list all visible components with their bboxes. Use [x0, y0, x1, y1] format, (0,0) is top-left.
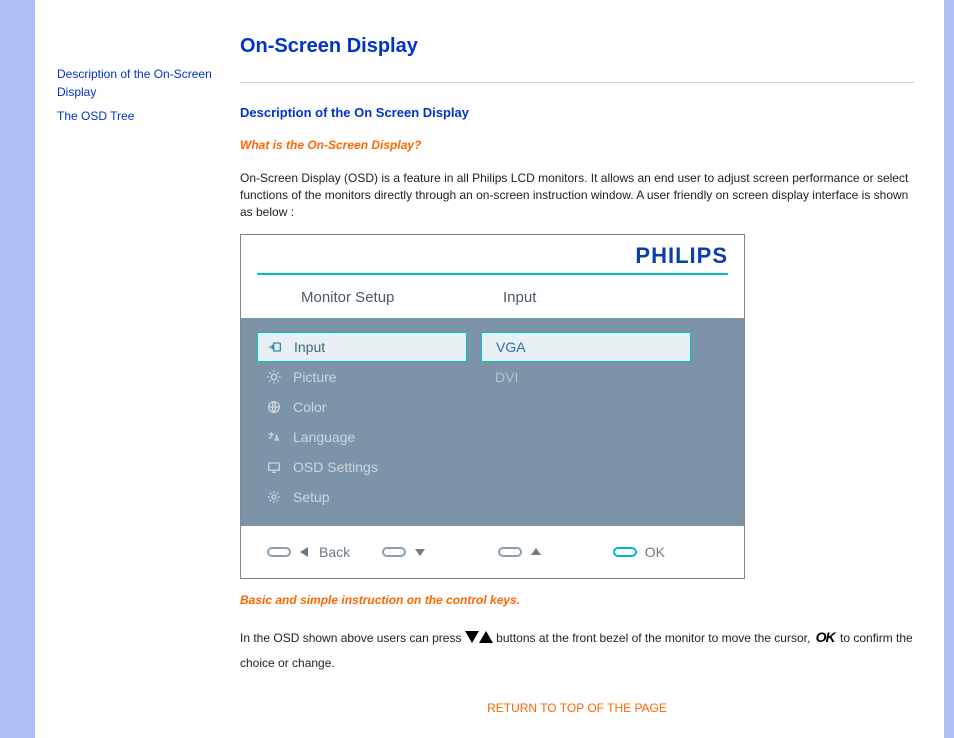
instr-text-2: buttons at the front bezel of the monito… — [496, 631, 810, 645]
osd-menu-label: Input — [294, 339, 325, 355]
return-to-top-link[interactable]: RETURN TO TOP OF THE PAGE — [240, 701, 914, 715]
osd-menu-language[interactable]: Language — [257, 422, 467, 452]
pill-icon — [498, 547, 522, 557]
right-margin-bar — [944, 0, 954, 738]
osd-menu-osd-settings[interactable]: OSD Settings — [257, 452, 467, 482]
osd-menu-label: Language — [293, 429, 355, 445]
section-heading: Description of the On Screen Display — [240, 105, 914, 120]
triangle-up-icon — [479, 627, 493, 651]
input-icon — [266, 338, 284, 356]
osd-menu-input[interactable]: Input — [257, 332, 467, 362]
triangle-down-icon — [414, 546, 426, 558]
osd-nav-bar: Back OK — [241, 526, 744, 578]
osd-nav-back[interactable]: Back — [267, 544, 372, 560]
osd-nav-down[interactable] — [382, 546, 487, 558]
osd-menu-setup[interactable]: Setup — [257, 482, 467, 512]
osd-column-headers: Monitor Setup Input — [241, 275, 744, 318]
pill-icon — [613, 547, 637, 557]
ok-glyph: OK — [814, 629, 837, 645]
osd-nav-up[interactable] — [498, 546, 603, 558]
osd-menu-label: OSD Settings — [293, 459, 378, 475]
intro-paragraph: On-Screen Display (OSD) is a feature in … — [240, 170, 914, 220]
screen-icon — [265, 458, 283, 476]
osd-menu-column: Input Picture Color — [257, 332, 467, 512]
osd-header-left: Monitor Setup — [241, 289, 491, 306]
instruction-heading: Basic and simple instruction on the cont… — [240, 593, 914, 607]
sidebar-link-description[interactable]: Description of the On-Screen Display — [57, 65, 215, 101]
osd-panel: PHILIPS Monitor Setup Input Input — [240, 234, 745, 579]
instruction-paragraph: In the OSD shown above users can press b… — [240, 623, 914, 675]
brand-logo: PHILIPS — [635, 243, 728, 268]
osd-submenu-column: VGA DVI — [481, 332, 691, 512]
triangle-left-icon — [299, 546, 311, 558]
osd-menu-color[interactable]: Color — [257, 392, 467, 422]
osd-nav-back-label: Back — [319, 544, 350, 560]
osd-menu-label: Setup — [293, 489, 330, 505]
osd-sub-vga[interactable]: VGA — [481, 332, 691, 362]
brightness-icon — [265, 368, 283, 386]
divider — [240, 82, 914, 83]
sidebar-link-osd-tree[interactable]: The OSD Tree — [57, 107, 215, 125]
osd-sub-label: VGA — [496, 339, 526, 355]
osd-nav-ok-label: OK — [645, 544, 665, 560]
osd-nav-ok[interactable]: OK — [613, 544, 718, 560]
pill-icon — [382, 547, 406, 557]
osd-menu-label: Picture — [293, 369, 337, 385]
language-icon — [265, 428, 283, 446]
osd-menu-label: Color — [293, 399, 326, 415]
page-title: On-Screen Display — [240, 35, 914, 58]
sidebar: Description of the On-Screen Display The… — [35, 0, 225, 738]
triangle-down-icon — [465, 627, 479, 651]
osd-header-right: Input — [491, 289, 691, 306]
main-content: On-Screen Display Description of the On … — [225, 0, 944, 738]
osd-sub-label: DVI — [495, 369, 518, 385]
triangle-up-icon — [530, 546, 542, 558]
osd-menu-picture[interactable]: Picture — [257, 362, 467, 392]
question-heading: What is the On-Screen Display? — [240, 138, 914, 152]
instr-text-1: In the OSD shown above users can press — [240, 631, 461, 645]
osd-top-bar: PHILIPS — [241, 235, 744, 271]
globe-icon — [265, 398, 283, 416]
gear-icon — [265, 488, 283, 506]
osd-body: Input Picture Color — [241, 318, 744, 526]
left-margin-bar — [0, 0, 35, 738]
pill-icon — [267, 547, 291, 557]
osd-sub-dvi[interactable]: DVI — [481, 362, 691, 392]
